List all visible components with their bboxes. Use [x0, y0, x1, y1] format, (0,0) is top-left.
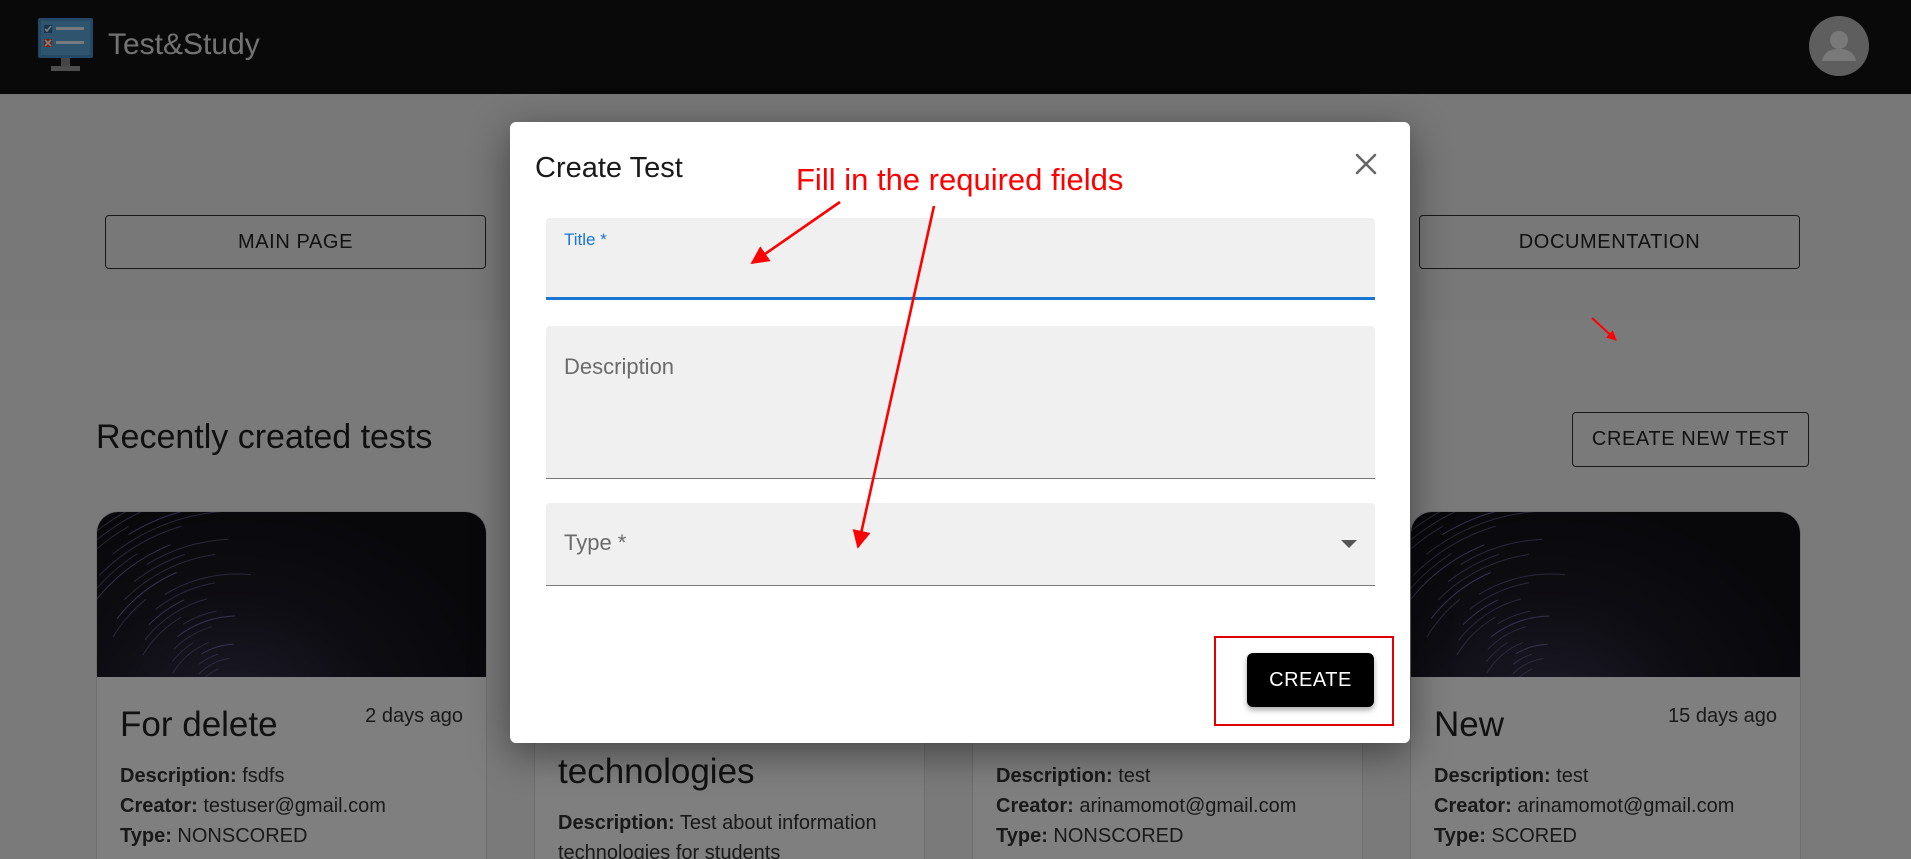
annotation-arrows — [750, 200, 1617, 549]
